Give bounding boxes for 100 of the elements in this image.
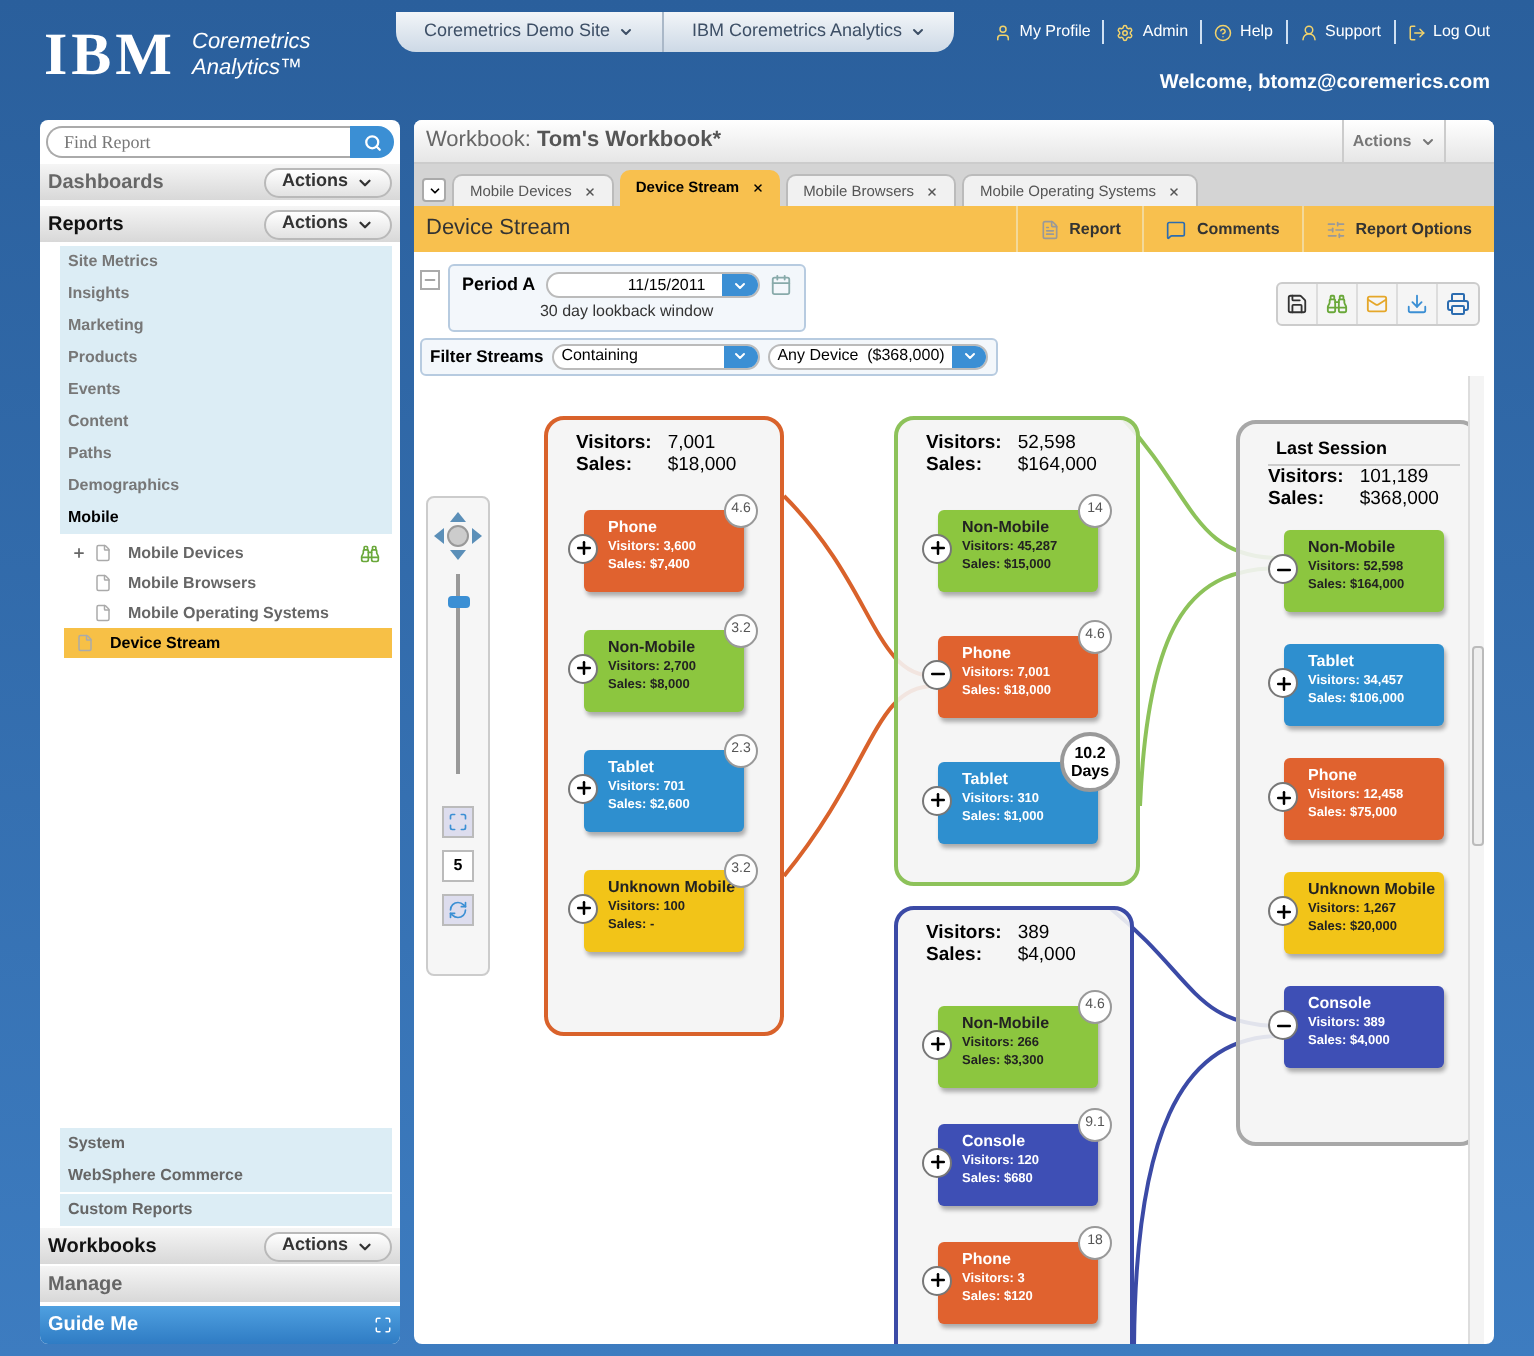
search-field[interactable]: Find Report [46,126,350,158]
section-header[interactable]: Manage [40,1266,400,1302]
tab-menu-button[interactable] [422,178,446,202]
expand-button[interactable] [568,653,598,683]
header-link[interactable]: Log Out [1393,20,1490,44]
collapse-button[interactable] [922,659,952,689]
plus-icon [927,1152,947,1172]
close-icon [583,185,596,197]
guide-me-button[interactable]: Guide Me [40,1306,400,1344]
actions-button[interactable]: Actions [263,209,392,239]
expand-button[interactable] [1268,896,1298,926]
caret-icon [732,348,749,364]
slider-thumb[interactable] [447,595,469,608]
workbook-title: Workbook: Tom's Workbook* [426,126,721,157]
report-item[interactable]: Mobile Operating Systems [64,598,392,628]
date-field[interactable]: 11/15/2011 [545,272,760,299]
site-menu[interactable]: IBM Coremetrics Analytics [662,12,955,52]
node-title: Tablet [1308,652,1354,672]
report-category[interactable]: Events [60,374,392,405]
plus-icon [573,658,593,678]
actions-button[interactable]: Actions [263,1231,392,1261]
section-header[interactable]: Reports Actions [40,206,400,242]
report-category[interactable]: Site Metrics [60,246,392,277]
product-name: Coremetrics [192,29,311,55]
expand-button[interactable] [922,1265,952,1295]
scroll-thumb[interactable] [1472,645,1484,845]
report-category[interactable]: Mobile [60,502,392,533]
toolbar-button[interactable]: Report [1015,206,1143,252]
node-title: Phone [962,1249,1011,1269]
plus-icon [1273,901,1293,921]
sales-label: Sales: [576,453,634,475]
expand-button[interactable] [568,533,598,563]
node-title: Tablet [608,757,654,777]
plus-icon [573,538,593,558]
section-title: Manage [48,1271,123,1299]
collapse-button[interactable] [1268,1010,1298,1040]
section-header[interactable]: Dashboards Actions [40,164,400,200]
report-item[interactable]: Device Stream [64,628,392,658]
search-button[interactable] [350,126,394,158]
mode-dropdown[interactable]: Containing [551,343,760,369]
refresh-icon[interactable] [442,893,474,925]
expand-button[interactable] [922,1029,952,1059]
expand-button[interactable] [922,533,952,563]
expand-button[interactable] [568,893,598,923]
node-title: Tablet [962,769,1008,789]
expand-button[interactable] [922,1147,952,1177]
search-icon [363,133,381,151]
expand-button[interactable] [568,773,598,803]
expand-button[interactable] [1268,668,1298,698]
sales-value: $18,000 [667,453,737,475]
report-category[interactable]: System [60,1127,392,1159]
report-category[interactable]: Custom Reports [60,1193,392,1225]
site-menu[interactable]: Coremetrics Demo Site [396,12,663,52]
period-note: 30 day lookback window [539,299,714,323]
expand-button[interactable] [922,785,952,815]
sales-label: Sales: [1268,488,1326,510]
report-item[interactable]: Mobile Browsers [64,568,392,598]
header-link[interactable]: Admin [1102,20,1189,44]
node-title: Console [1308,994,1372,1014]
report-category[interactable]: Insights [60,278,392,309]
header-link[interactable]: Help [1200,20,1273,44]
plus-icon [1273,673,1293,693]
report-category[interactable]: Content [60,406,392,437]
zoom-level[interactable]: 5 [442,849,474,881]
binoculars-icon [360,543,380,563]
plus-icon [573,778,593,798]
toolbar-button[interactable]: Comments [1142,206,1302,252]
plus-icon [573,898,593,918]
report-category[interactable]: Paths [60,438,392,469]
plus-icon [927,1034,947,1054]
pan-control[interactable] [432,509,484,561]
node-title: Phone [962,643,1011,663]
report-category[interactable]: Demographics [60,470,392,501]
report-category[interactable]: WebSphere Commerce [60,1160,392,1192]
plus-icon [927,1270,947,1290]
node-title: Unknown Mobile [608,877,736,897]
collapse-button[interactable] [1268,554,1298,584]
device-dropdown[interactable]: Any Device ($368,000) [767,343,989,369]
visitors-value: 101,189 [1359,466,1431,488]
header-link[interactable]: Support [1285,20,1382,44]
section-header[interactable]: Workbooks Actions [40,1228,400,1264]
document-icon [94,574,112,592]
header-link[interactable]: My Profile [993,20,1091,44]
visitors-label: Visitors: [576,431,652,453]
actions-button[interactable]: Actions [1342,120,1446,162]
report-category[interactable]: Products [60,342,392,373]
fit-icon[interactable] [442,805,474,837]
sales-label: Sales: [926,453,984,475]
sales-value: $164,000 [1017,453,1097,475]
document-icon [1039,219,1060,239]
report-category[interactable]: Marketing [60,310,392,341]
close-icon [1167,185,1180,197]
toolbar-button[interactable]: Report Options [1301,206,1494,252]
report-item[interactable]: Mobile Devices [64,538,392,568]
actions-button[interactable]: Actions [263,167,392,197]
caret-icon [427,183,441,197]
node-title: Console [962,1131,1026,1151]
expand-button[interactable] [1268,782,1298,812]
node-title: Phone [608,517,657,537]
scrollbar[interactable] [1468,375,1484,1344]
